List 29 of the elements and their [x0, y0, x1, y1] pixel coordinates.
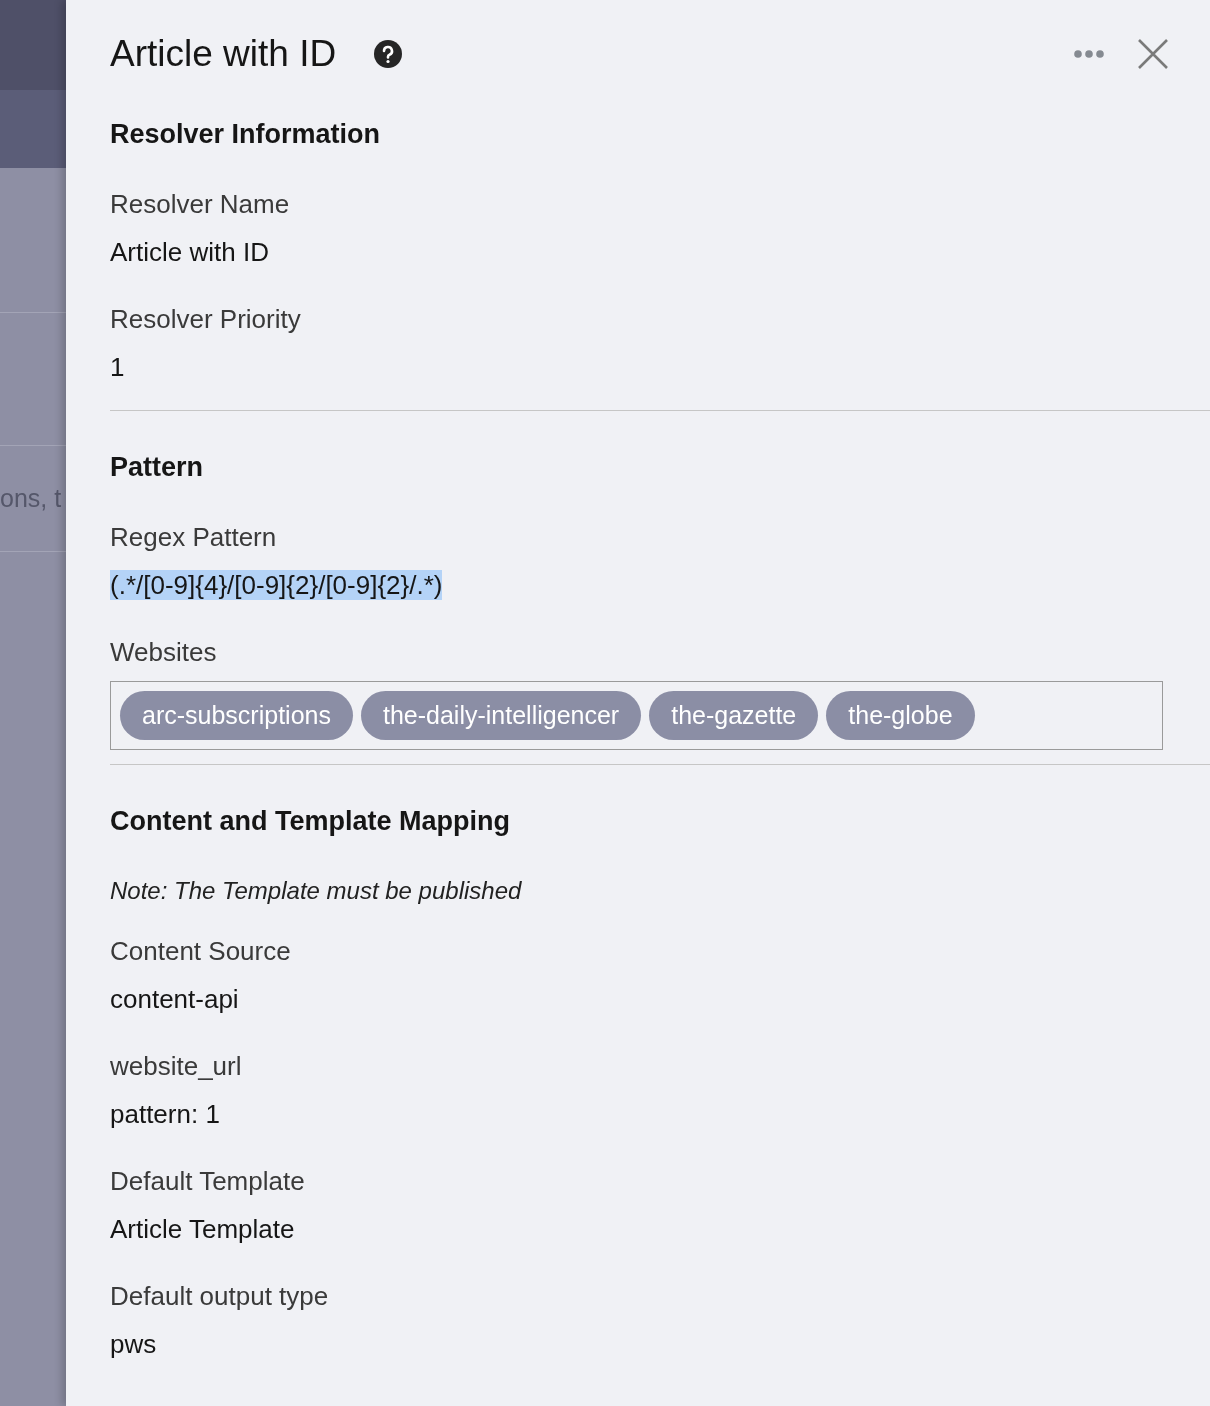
section-heading: Content and Template Mapping: [110, 805, 510, 838]
section-heading: Pattern: [110, 451, 204, 484]
field-value: 1: [110, 352, 125, 382]
tags-field[interactable]: arc-subscriptions the-daily-intelligencer the-gazette the-globe: [110, 681, 1163, 750]
more-icon[interactable]: [1074, 50, 1104, 58]
field-value: pattern: 1: [110, 1099, 220, 1129]
close-icon[interactable]: [1138, 39, 1168, 69]
website-tag: arc-subscriptions: [120, 691, 353, 740]
website-tag: the-gazette: [649, 691, 819, 740]
field-label: Content Source: [110, 935, 291, 968]
field-value: Article Template: [110, 1214, 295, 1244]
field-label: Resolver Priority: [110, 303, 301, 336]
field-label: Resolver Name: [110, 188, 290, 221]
field-value: Article with ID: [110, 237, 269, 267]
section-heading: Resolver Information: [110, 118, 381, 151]
help-icon[interactable]: [374, 40, 403, 68]
background-text: ons, t: [0, 482, 62, 514]
field-label: Default output type: [110, 1280, 329, 1313]
field-label: Websites: [110, 636, 217, 669]
website-tag: the-globe: [826, 691, 975, 740]
website-tag: the-daily-intelligencer: [360, 691, 642, 740]
field-value: content-api: [110, 984, 239, 1014]
field-value: pws: [110, 1329, 157, 1359]
note-text: Note: The Template must be published: [110, 876, 522, 906]
field-label: Default Template: [110, 1165, 305, 1198]
panel-title: Article with ID: [110, 32, 337, 77]
field-value: (.*/[0-9]{4}/[0-9]{2}/[0-9]{2}/.*): [110, 570, 443, 600]
field-label: Regex Pattern: [110, 521, 277, 554]
field-label: website_url: [110, 1050, 242, 1083]
